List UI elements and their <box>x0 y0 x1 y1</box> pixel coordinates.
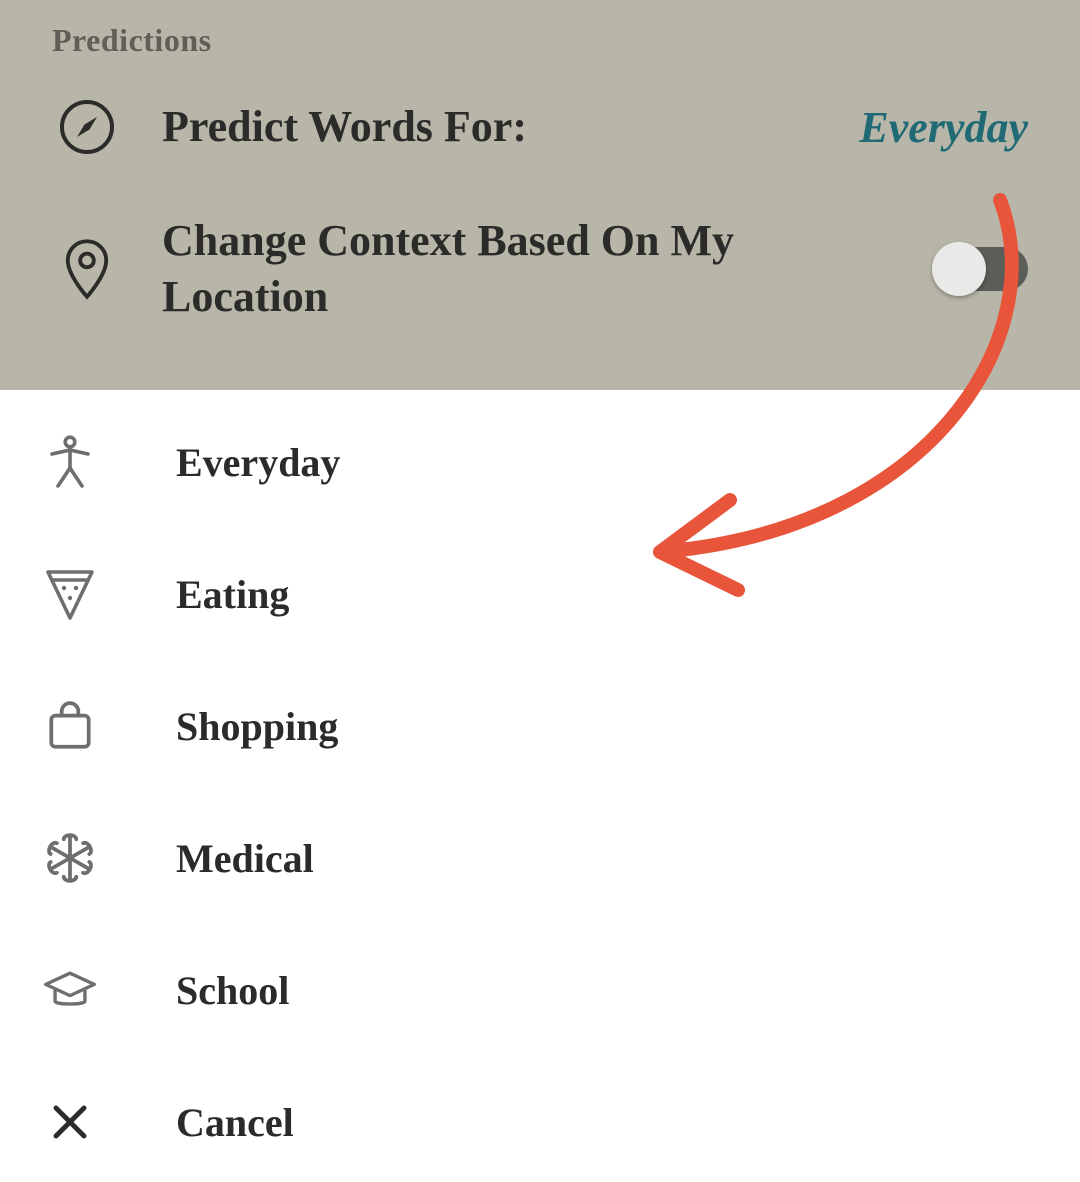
close-icon <box>40 1101 100 1143</box>
menu-item-label: Eating <box>176 571 289 618</box>
change-context-location-row[interactable]: Change Context Based On My Location <box>52 213 1028 326</box>
predict-words-label: Predict Words For: <box>162 99 819 155</box>
predict-words-value[interactable]: Everyday <box>859 102 1028 153</box>
screen: Predictions Predict Words For: Everyday … <box>0 0 1080 1182</box>
predict-words-row[interactable]: Predict Words For: Everyday <box>52 97 1028 157</box>
medical-icon <box>40 833 100 883</box>
menu-item-eating[interactable]: Eating <box>0 528 1080 660</box>
menu-item-label: Medical <box>176 835 314 882</box>
graduation-cap-icon <box>40 968 100 1012</box>
menu-item-label: Cancel <box>176 1099 294 1146</box>
accessibility-icon <box>40 434 100 490</box>
pizza-icon <box>40 566 100 622</box>
menu-item-everyday[interactable]: Everyday <box>0 396 1080 528</box>
compass-icon <box>52 97 122 157</box>
menu-item-label: Shopping <box>176 703 338 750</box>
settings-background-dimmed: Predictions Predict Words For: Everyday … <box>0 0 1080 390</box>
menu-item-school[interactable]: School <box>0 924 1080 1056</box>
shopping-bag-icon <box>40 699 100 753</box>
menu-item-cancel[interactable]: Cancel <box>0 1056 1080 1182</box>
toggle-knob <box>932 242 986 296</box>
section-header-predictions: Predictions <box>52 22 1028 59</box>
change-context-location-label: Change Context Based On My Location <box>162 213 896 326</box>
menu-item-label: School <box>176 967 289 1014</box>
menu-item-medical[interactable]: Medical <box>0 792 1080 924</box>
menu-item-shopping[interactable]: Shopping <box>0 660 1080 792</box>
context-picker-sheet: Everyday Eating Shopping <box>0 390 1080 1182</box>
location-toggle[interactable] <box>936 247 1028 291</box>
menu-item-label: Everyday <box>176 439 340 486</box>
location-pin-icon <box>52 237 122 301</box>
